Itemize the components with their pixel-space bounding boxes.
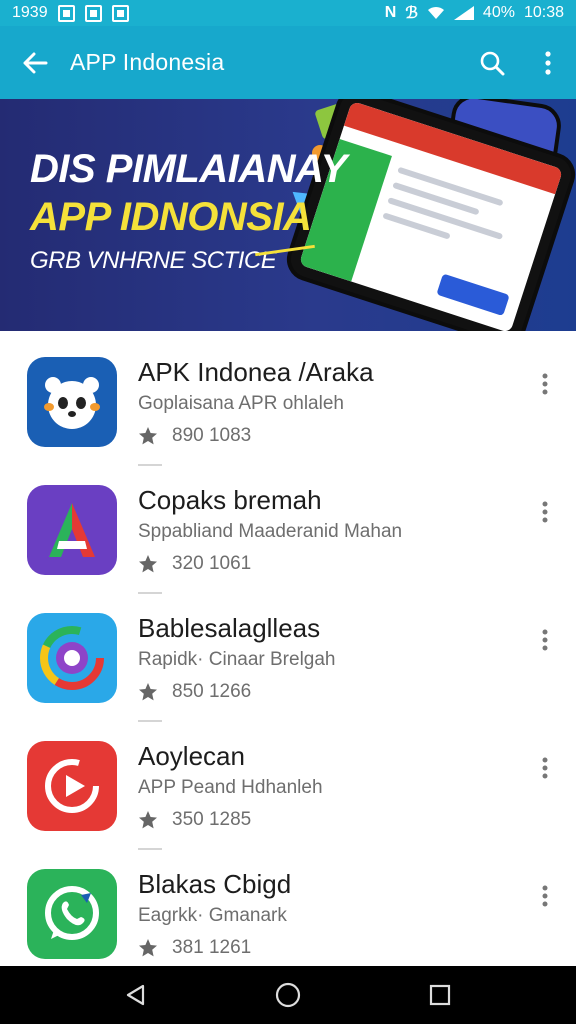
more-vert-icon (542, 629, 548, 651)
list-item[interactable]: Bablesalaglleas Rapidk· Cinaar Brelgah 8… (0, 587, 576, 722)
item-more-button[interactable] (528, 623, 562, 657)
item-more-button[interactable] (528, 367, 562, 401)
arrow-left-icon (23, 52, 48, 73)
play-icon (27, 741, 117, 831)
star-icon (139, 427, 157, 445)
nfc-icon: N (384, 4, 397, 21)
rating-value: 890 1083 (172, 425, 252, 446)
wifi-icon (427, 6, 444, 19)
more-vert-icon (545, 50, 551, 75)
search-button[interactable] (464, 26, 520, 99)
page-title: APP Indonesia (70, 49, 225, 75)
app-name: Copaks bremah (138, 485, 322, 515)
more-vert-icon (542, 373, 548, 395)
gallery-icon (57, 4, 75, 22)
nav-recents-button[interactable] (410, 966, 470, 1024)
search-icon (480, 51, 505, 75)
app-subtitle: Sppabliand Maaderanid Mahan (138, 521, 403, 542)
star-icon (139, 939, 157, 957)
more-vert-icon (542, 501, 548, 523)
recents-square-icon (429, 984, 451, 1006)
overflow-menu-button[interactable] (520, 26, 576, 99)
app-subtitle: Eagrkk· Gmanark (138, 905, 287, 926)
back-button[interactable] (0, 26, 70, 99)
app-rating: 350 1285 (138, 809, 251, 831)
rating-value: 350 1285 (172, 809, 252, 830)
banner-subheadline: APP IDNONSIA (30, 195, 312, 239)
list-item[interactable]: APK Indonea /Araka Goplaisana APR ohlale… (0, 331, 576, 466)
banner-headline: DIS PIMLAIANAY (30, 147, 347, 191)
rating-value: 850 1266 (172, 681, 252, 702)
swirl-icon (27, 613, 117, 703)
bluetooth-icon: ℬ (405, 5, 418, 22)
system-nav-bar (0, 966, 576, 1024)
status-time-left: 1939 (12, 4, 48, 21)
rating-value: 381 1261 (172, 937, 252, 958)
item-more-button[interactable] (528, 495, 562, 529)
nav-back-button[interactable] (106, 966, 166, 1024)
star-icon (139, 683, 157, 701)
chat-phone-icon (27, 869, 117, 959)
camera-icon (111, 4, 129, 22)
app-name: APK Indonea /Araka (138, 357, 374, 387)
star-icon (139, 811, 157, 829)
app-name: Bablesalaglleas (138, 613, 321, 643)
item-more-button[interactable] (528, 879, 562, 913)
letter-a-icon (27, 485, 117, 575)
list-item[interactable]: Aoylecan APP Peand Hdhanleh 350 1285 (0, 715, 576, 850)
app-subtitle: APP Peand Hdhanleh (138, 777, 323, 798)
app-rating: 320 1061 (138, 553, 251, 575)
app-rating: 890 1083 (138, 425, 251, 447)
mail-icon (84, 4, 102, 22)
banner-tagline: GRB VNHRNE SCTICE (30, 247, 277, 274)
rating-value: 320 1061 (172, 553, 252, 574)
app-bar: APP Indonesia (0, 26, 576, 99)
app-name: Blakas Cbigd (138, 869, 292, 899)
app-rating: 381 1261 (138, 937, 251, 959)
back-triangle-icon (126, 984, 145, 1006)
app-subtitle: Goplaisana APR ohlaleh (138, 393, 344, 414)
status-bar: 1939 N ℬ 40% 10:38 (0, 0, 576, 26)
app-subtitle: Rapidk· Cinaar Brelgah (138, 649, 336, 670)
status-time-right: 10:38 (523, 4, 564, 21)
list-item[interactable]: Blakas Cbigd Eagrkk· Gmanark 381 1261 (0, 843, 576, 971)
app-rating: 850 1266 (138, 681, 251, 703)
promo-banner[interactable]: DIS PIMLAIANAY APP IDNONSIA GRB VNHRNE S… (0, 99, 576, 331)
home-circle-icon (275, 982, 301, 1008)
panda-icon (27, 357, 117, 447)
more-vert-icon (542, 757, 548, 779)
signal-icon (453, 6, 474, 20)
item-more-button[interactable] (528, 751, 562, 785)
star-icon (139, 555, 157, 573)
list-item[interactable]: Copaks bremah Sppabliand Maaderanid Maha… (0, 459, 576, 594)
app-name: Aoylecan (138, 741, 245, 771)
battery-text: 40% (482, 4, 515, 21)
nav-home-button[interactable] (258, 966, 318, 1024)
more-vert-icon (542, 885, 548, 907)
